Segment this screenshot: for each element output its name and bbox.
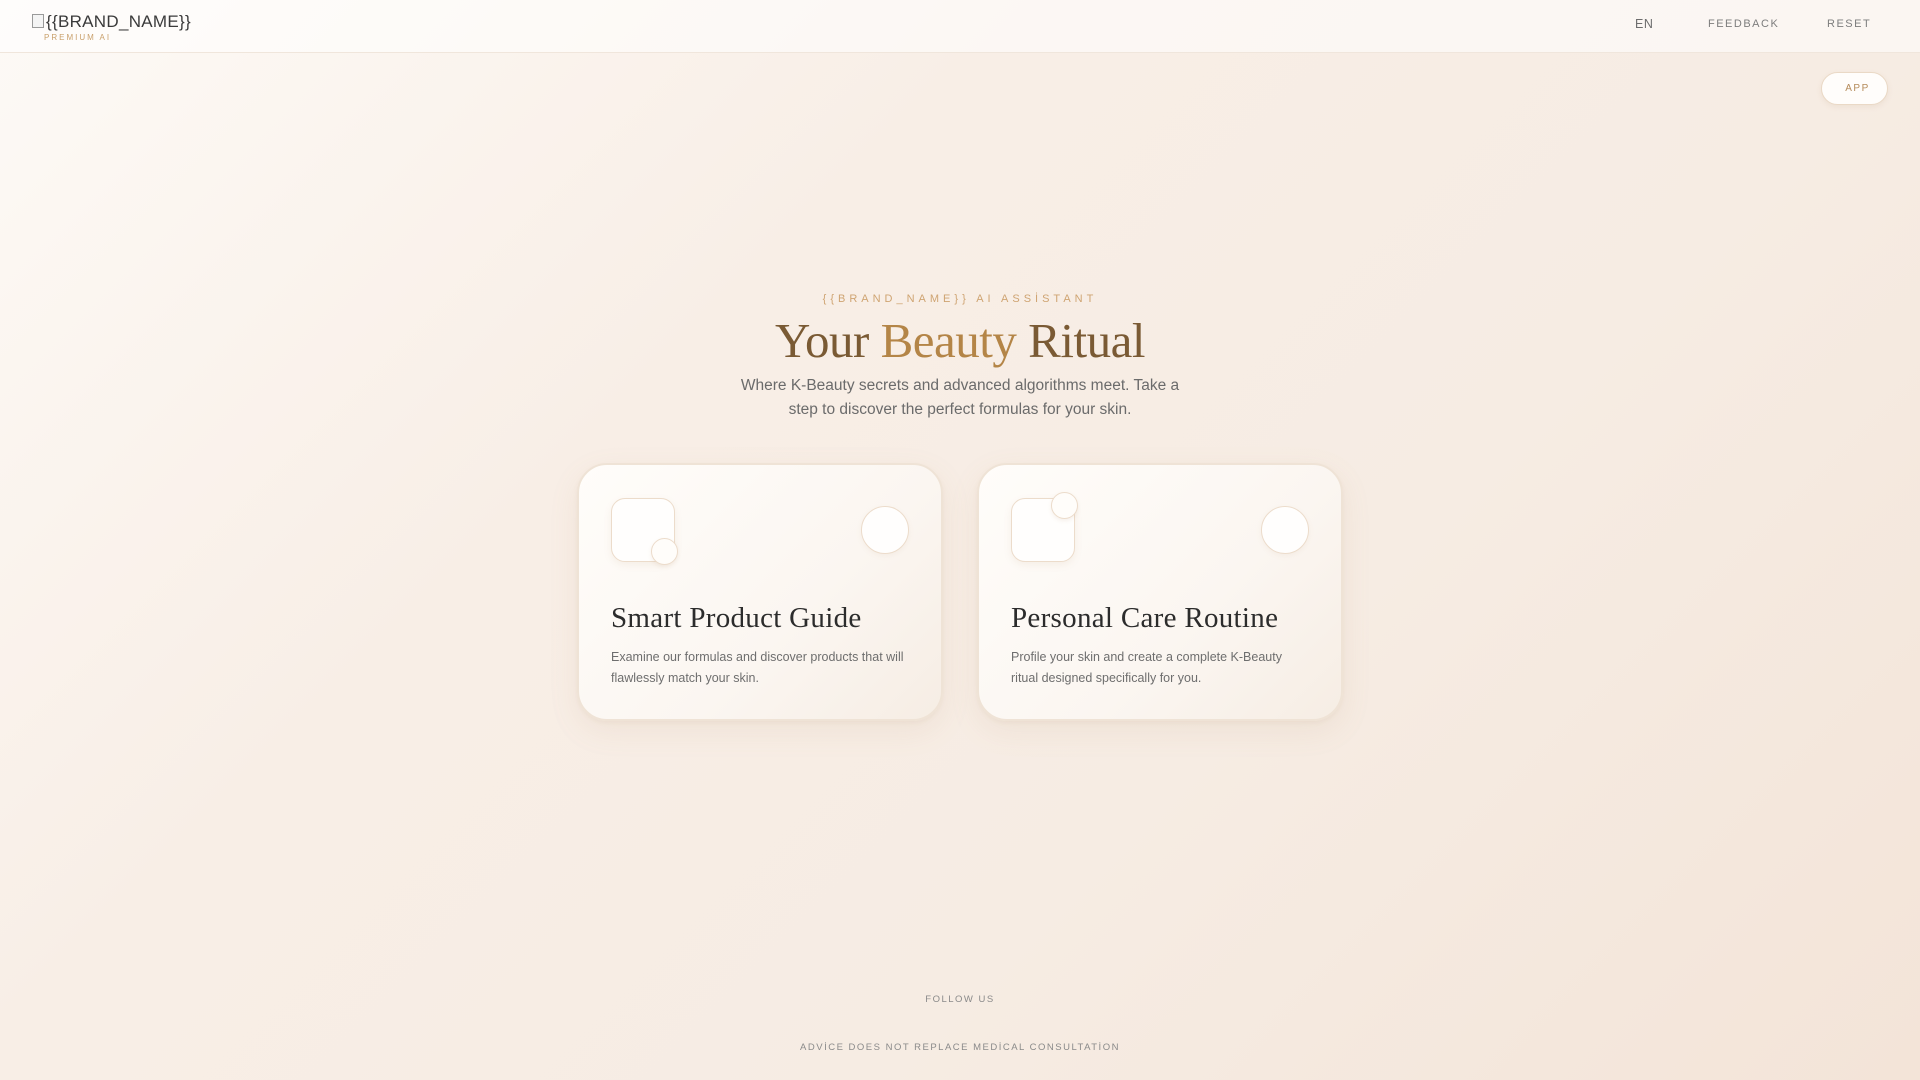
logo-text: {{BRAND_NAME}} (32, 12, 191, 32)
app-label: APP (1845, 83, 1870, 94)
page-title: Your Beauty Ritual (0, 312, 1920, 369)
card-title: Personal Care Routine (1011, 602, 1279, 634)
arrow-right-icon[interactable] (1261, 506, 1309, 554)
title-part-2: Ritual (1016, 313, 1145, 368)
card-description: Examine our formulas and discover produc… (611, 650, 904, 685)
medical-disclaimer: ADVİCE DOES NOT REPLACE MEDİCAL CONSULTA… (800, 1042, 1120, 1053)
reset-label: RESET (1827, 18, 1872, 30)
brand-logo[interactable]: {{BRAND_NAME}} PREMIUM AI (32, 12, 192, 46)
sparkle-badge-icon (1051, 492, 1078, 519)
search-badge-icon (651, 538, 678, 565)
app-button[interactable]: APP (1821, 72, 1888, 105)
feedback-label: FEEDBACK (1708, 18, 1780, 30)
follow-us-label: FOLLOW US (925, 994, 995, 1005)
logo-tagline: PREMIUM AI (44, 33, 112, 42)
title-accent: Beauty (880, 313, 1017, 368)
card-title: Smart Product Guide (611, 602, 862, 634)
broken-image-icon (32, 14, 44, 28)
hero-subtitle: Where K-Beauty secrets and advanced algo… (740, 377, 1180, 418)
title-part-1: Your (775, 313, 881, 368)
language-selector[interactable]: EN (1635, 17, 1658, 31)
arrow-right-icon[interactable] (861, 506, 909, 554)
language-value: EN (1635, 17, 1654, 31)
logo-alt-text: {{BRAND_NAME}} (46, 12, 191, 31)
card-description: Profile your skin and create a complete … (1011, 650, 1282, 685)
card-personal-care-routine[interactable]: Personal Care Routine Profile your skin … (977, 463, 1343, 721)
card-smart-product-guide[interactable]: Smart Product Guide Examine our formulas… (577, 463, 943, 721)
hero-eyebrow: {{BRAND_NAME}} AI ASSİSTANT (822, 293, 1098, 305)
reset-button[interactable]: RESET (1822, 18, 1871, 30)
feedback-button[interactable]: FEEDBACK (1703, 18, 1779, 30)
top-bar: {{BRAND_NAME}} PREMIUM AI EN FEEDBACK RE… (0, 0, 1920, 53)
